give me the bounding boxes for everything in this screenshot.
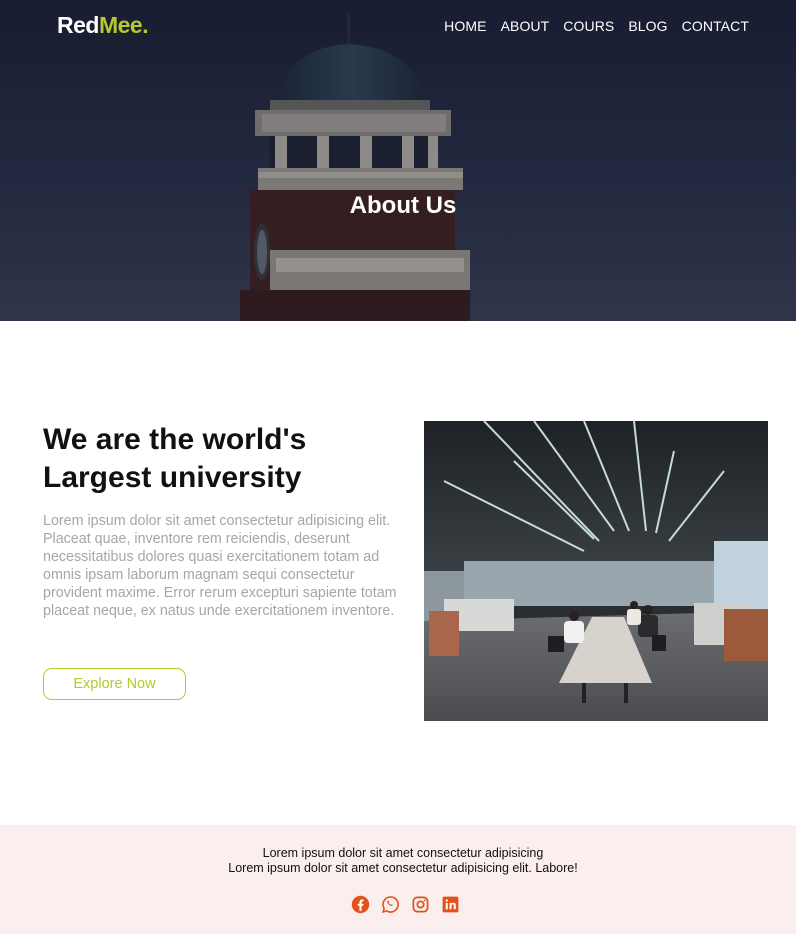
office-image xyxy=(424,421,768,721)
nav-blog[interactable]: BLOG xyxy=(628,18,667,34)
social-links xyxy=(351,895,460,914)
about-body-text: Lorem ipsum dolor sit amet consectetur a… xyxy=(43,513,397,619)
logo[interactable]: RedMee. xyxy=(57,12,149,39)
footer-text-line2: Lorem ipsum dolor sit amet consectetur a… xyxy=(228,861,578,875)
footer: Lorem ipsum dolor sit amet consectetur a… xyxy=(0,825,796,934)
main-nav: HOME ABOUT COURS BLOG CONTACT xyxy=(444,18,749,34)
instagram-icon[interactable] xyxy=(411,895,430,914)
whatsapp-icon[interactable] xyxy=(381,895,400,914)
hero-overlay xyxy=(0,0,796,321)
logo-text-mee: Mee. xyxy=(98,12,149,38)
explore-now-button[interactable]: Explore Now xyxy=(43,668,186,700)
about-heading: We are the world's Largest university xyxy=(43,421,383,497)
nav-cours[interactable]: COURS xyxy=(563,18,614,34)
about-section: We are the world's Largest university Lo… xyxy=(0,321,796,825)
nav-home[interactable]: HOME xyxy=(444,18,486,34)
nav-about[interactable]: ABOUT xyxy=(501,18,550,34)
about-heading-line2: Largest university xyxy=(43,461,302,494)
hero-banner: RedMee. HOME ABOUT COURS BLOG CONTACT Ab… xyxy=(0,0,796,321)
facebook-icon[interactable] xyxy=(351,895,370,914)
about-heading-line1: We are the world's xyxy=(43,423,307,456)
footer-text-line1: Lorem ipsum dolor sit amet consectetur a… xyxy=(262,846,544,860)
nav-contact[interactable]: CONTACT xyxy=(682,18,749,34)
logo-text-red: Red xyxy=(57,12,99,38)
linkedin-icon[interactable] xyxy=(441,895,460,914)
page-title: About Us xyxy=(349,192,457,219)
